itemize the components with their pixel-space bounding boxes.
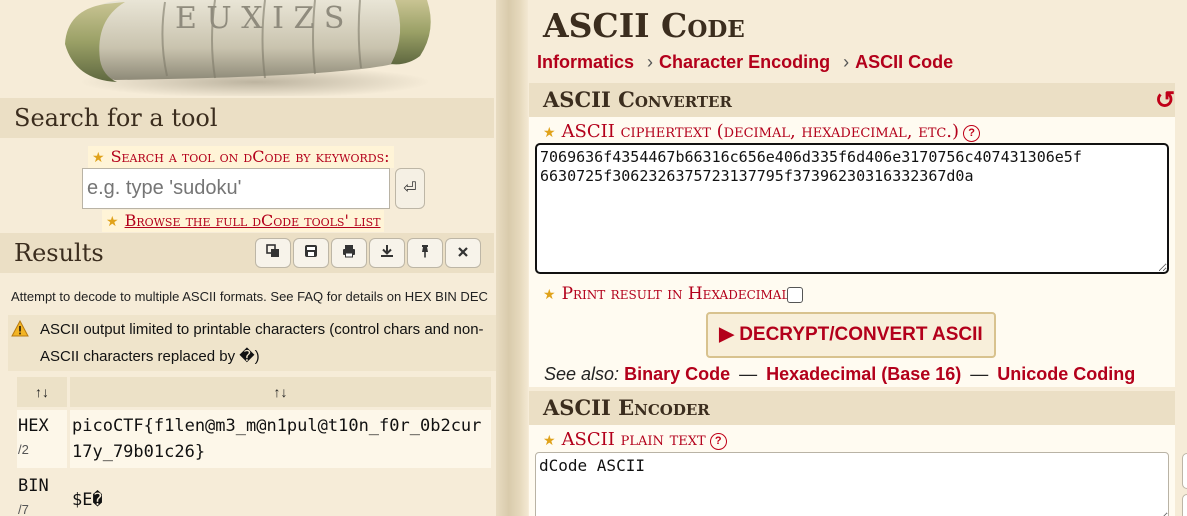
search-submit-button[interactable]: ⏎ xyxy=(395,168,425,209)
reset-icon[interactable]: ↺ xyxy=(1155,86,1175,115)
save-icon xyxy=(305,245,317,257)
encoder-option-control[interactable] xyxy=(1182,453,1187,489)
see-also-hexadecimal-link[interactable]: Hexadecimal (Base 16) xyxy=(766,364,961,384)
search-keywords-label: ★ Search a tool on dCode by keywords: xyxy=(88,146,394,168)
save-results-button[interactable] xyxy=(293,238,329,268)
sidebar: E U X I Z S Search for a tool ★ Search a … xyxy=(0,0,510,516)
results-title: Results xyxy=(14,239,104,267)
download-icon xyxy=(381,245,393,257)
dcode-logo-cryptex[interactable]: E U X I Z S xyxy=(55,0,440,96)
decrypt-convert-button[interactable]: ▶ DECRYPT/CONVERT ASCII xyxy=(706,312,996,358)
see-also-label: See also: xyxy=(544,364,620,384)
breadcrumb-ascii-code[interactable]: ASCII Code xyxy=(855,52,953,72)
converter-section-title: ASCII Converter xyxy=(529,83,1175,117)
plaintext-label: ★ ASCII plain text? xyxy=(543,429,727,450)
help-icon[interactable]: ? xyxy=(963,125,981,142)
row-format: HEX xyxy=(18,416,49,436)
see-also-separator: — xyxy=(970,364,989,384)
table-row-value[interactable]: picoCTF{f1len@m3_m@n1pul@t10n_f0r_0b2cur… xyxy=(70,410,491,468)
breadcrumb-character-encoding[interactable]: Character Encoding xyxy=(659,52,830,72)
breadcrumb-separator: › xyxy=(843,52,850,72)
copy-icon xyxy=(266,244,279,257)
print-results-button[interactable] xyxy=(331,238,367,268)
row-format: BIN xyxy=(18,476,49,496)
warning-box: ASCII output limited to printable charac… xyxy=(8,315,496,371)
breadcrumb-separator: › xyxy=(647,52,654,72)
see-also: See also: Binary Code — Hexadecimal (Bas… xyxy=(544,364,1135,385)
plaintext-input[interactable]: dCode ASCII xyxy=(535,452,1169,516)
breadcrumb-informatics[interactable]: Informatics xyxy=(537,52,634,72)
pin-icon xyxy=(422,245,428,258)
breadcrumb: Informatics › Character Encoding › ASCII C… xyxy=(537,52,953,73)
row-format-divisor: /2 xyxy=(18,442,29,457)
page-title: ASCII Code xyxy=(543,6,745,45)
close-icon xyxy=(458,247,468,257)
close-results-button[interactable] xyxy=(445,238,481,268)
search-section-header: Search for a tool xyxy=(0,98,494,138)
print-icon xyxy=(343,245,355,258)
ciphertext-input[interactable]: 7069636f4354467b66316c656e406d335f6d406e… xyxy=(535,143,1169,274)
table-row-label: HEX /2 xyxy=(17,410,67,468)
star-icon: ★ xyxy=(92,149,105,165)
ciphertext-label: ★ ASCII ciphertext (decimal, hexadecimal,… xyxy=(543,121,981,142)
warning-icon xyxy=(11,320,29,337)
encoder-option-control[interactable] xyxy=(1182,494,1187,516)
results-notice: Attempt to decode to multiple ASCII form… xyxy=(11,289,488,304)
copy-results-button[interactable] xyxy=(255,238,291,268)
warning-text: ASCII output limited to printable charac… xyxy=(40,321,484,365)
search-input[interactable] xyxy=(82,168,390,209)
help-icon[interactable]: ? xyxy=(709,433,727,450)
download-results-button[interactable] xyxy=(369,238,405,268)
table-row-value[interactable]: $E� xyxy=(70,484,491,514)
star-icon: ★ xyxy=(106,213,119,229)
see-also-separator: — xyxy=(739,364,758,384)
enter-icon: ⏎ xyxy=(403,180,417,197)
sort-column-value-button[interactable]: ↑↓ xyxy=(70,377,491,407)
print-hex-label: ★ Print result in Hexadecimal xyxy=(543,284,790,304)
row-format-divisor: /7 xyxy=(18,502,29,516)
panel-divider xyxy=(496,0,528,516)
star-icon: ★ xyxy=(543,124,556,140)
see-also-unicode-link[interactable]: Unicode Coding xyxy=(997,364,1135,384)
logo-letters: E U X I Z S xyxy=(175,1,344,36)
encoder-section-title: ASCII Encoder xyxy=(529,391,1175,425)
browse-tools-link[interactable]: ★ Browse the full dCode tools' list xyxy=(102,210,385,232)
pin-results-button[interactable] xyxy=(407,238,443,268)
star-icon: ★ xyxy=(543,432,556,448)
see-also-binary-code-link[interactable]: Binary Code xyxy=(624,364,730,384)
table-row-label: BIN /7 xyxy=(17,472,67,516)
star-icon: ★ xyxy=(543,286,556,302)
print-hex-checkbox[interactable] xyxy=(787,287,803,303)
sort-column-label-button[interactable]: ↑↓ xyxy=(17,377,67,407)
